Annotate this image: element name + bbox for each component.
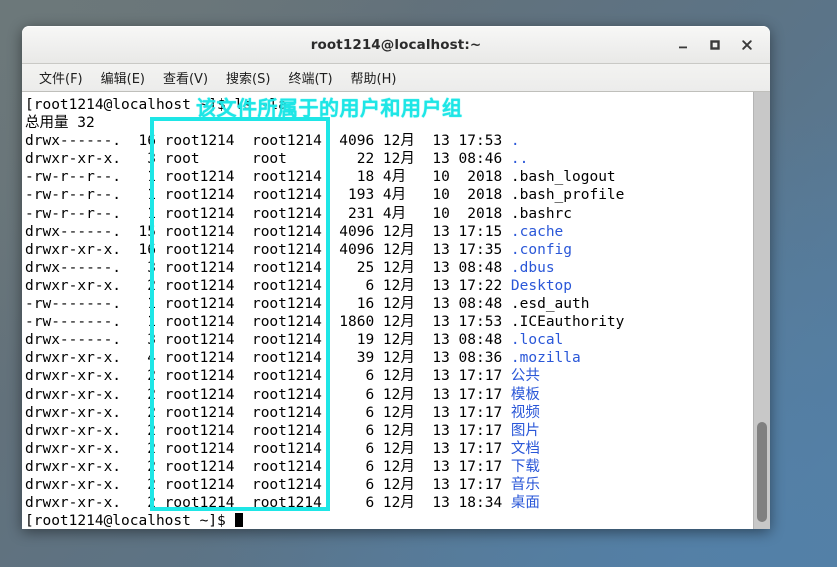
table-row: drwxr-xr-x. 2 root1214 root1214 6 12月 13… [25, 277, 573, 294]
directory-name: .config [510, 241, 573, 258]
close-icon [742, 40, 752, 50]
window-controls [668, 27, 762, 63]
terminal-scrollbar[interactable] [753, 92, 770, 529]
directory-name: 文档 [510, 440, 540, 457]
table-row: drwxr-xr-x. 3 root root 22 12月 13 08:46 … [25, 151, 529, 168]
annotation-highlight-box [150, 117, 330, 511]
table-row: -rw-r--r--. 1 root1214 root1214 18 4月 10… [25, 169, 616, 186]
directory-name: 公共 [510, 368, 540, 385]
table-row: drwxr-xr-x. 2 root1214 root1214 6 12月 13… [25, 386, 540, 403]
window-title: root1214@localhost:~ [310, 37, 482, 53]
file-name: .esd_auth [510, 296, 590, 313]
directory-name: 图片 [510, 422, 540, 439]
table-row: -rw-r--r--. 1 root1214 root1214 193 4月 1… [25, 187, 625, 204]
directory-name: 视频 [510, 404, 540, 421]
directory-name: .mozilla [510, 350, 581, 367]
file-name: .bash_profile [510, 187, 625, 204]
terminal-cursor [234, 513, 243, 528]
table-row: drwxr-xr-x. 2 root1214 root1214 6 12月 13… [25, 440, 540, 457]
directory-name: Desktop [510, 277, 573, 294]
directory-name: .. [510, 151, 529, 168]
menu-item-file[interactable]: 文件(F) [30, 65, 92, 90]
directory-name: 桌面 [510, 495, 540, 512]
table-row: drwxr-xr-x. 2 root1214 root1214 6 12月 13… [25, 458, 540, 475]
directory-name: .dbus [510, 259, 555, 276]
maximize-icon [710, 40, 720, 50]
directory-name: 音乐 [510, 476, 540, 493]
minimize-button[interactable] [668, 31, 698, 59]
table-row: drwxr-xr-x. 2 root1214 root1214 6 12月 13… [25, 404, 540, 421]
window-titlebar[interactable]: root1214@localhost:~ [22, 26, 770, 64]
directory-name: 下载 [510, 458, 540, 475]
table-row: drwx------. 16 root1214 root1214 4096 12… [25, 133, 520, 150]
menu-item-terminal[interactable]: 终端(T) [279, 65, 341, 90]
table-row: drwx------. 15 root1214 root1214 4096 12… [25, 223, 564, 240]
menu-item-view[interactable]: 查看(V) [154, 65, 217, 90]
table-row: -rw-------. 1 root1214 root1214 16 12月 1… [25, 296, 590, 313]
table-row: drwx------. 3 root1214 root1214 25 12月 1… [25, 259, 555, 276]
table-row: drwxr-xr-x. 2 root1214 root1214 6 12月 13… [25, 495, 540, 512]
file-name: .bashrc [510, 205, 573, 222]
table-row: -rw-------. 1 root1214 root1214 1860 12月… [25, 314, 625, 331]
table-row: drwxr-xr-x. 4 root1214 root1214 39 12月 1… [25, 350, 581, 367]
directory-name: .local [510, 332, 564, 349]
table-row: -rw-r--r--. 1 root1214 root1214 231 4月 1… [25, 205, 573, 222]
close-button[interactable] [732, 31, 762, 59]
maximize-button[interactable] [700, 31, 730, 59]
table-row: drwxr-xr-x. 2 root1214 root1214 6 12月 13… [25, 368, 540, 385]
table-row: drwxr-xr-x. 2 root1214 root1214 6 12月 13… [25, 422, 540, 439]
menu-item-help[interactable]: 帮助(H) [342, 65, 406, 90]
menu-bar: 文件(F) 编辑(E) 查看(V) 搜索(S) 终端(T) 帮助(H) [22, 64, 770, 92]
terminal-output[interactable]: [root1214@localhost ~]$ ls -la 总用量 32 drwx… [22, 92, 753, 529]
minimize-icon [679, 46, 687, 49]
menu-item-edit[interactable]: 编辑(E) [92, 65, 154, 90]
terminal-final-prompt: [root1214@localhost ~]$ [25, 512, 753, 529]
terminal-area: [root1214@localhost ~]$ ls -la 总用量 32 drwx… [22, 92, 770, 529]
directory-name: . [510, 133, 520, 150]
file-name: .ICEauthority [510, 314, 625, 331]
table-row: drwx------. 3 root1214 root1214 19 12月 1… [25, 332, 564, 349]
file-name: .bash_logout [510, 169, 616, 186]
scrollbar-thumb[interactable] [757, 422, 767, 522]
table-row: drwxr-xr-x. 16 root1214 root1214 4096 12… [25, 241, 573, 258]
directory-name: .cache [510, 223, 564, 240]
directory-name: 模板 [510, 386, 540, 403]
table-row: drwxr-xr-x. 2 root1214 root1214 6 12月 13… [25, 476, 540, 493]
menu-item-search[interactable]: 搜索(S) [217, 65, 279, 90]
